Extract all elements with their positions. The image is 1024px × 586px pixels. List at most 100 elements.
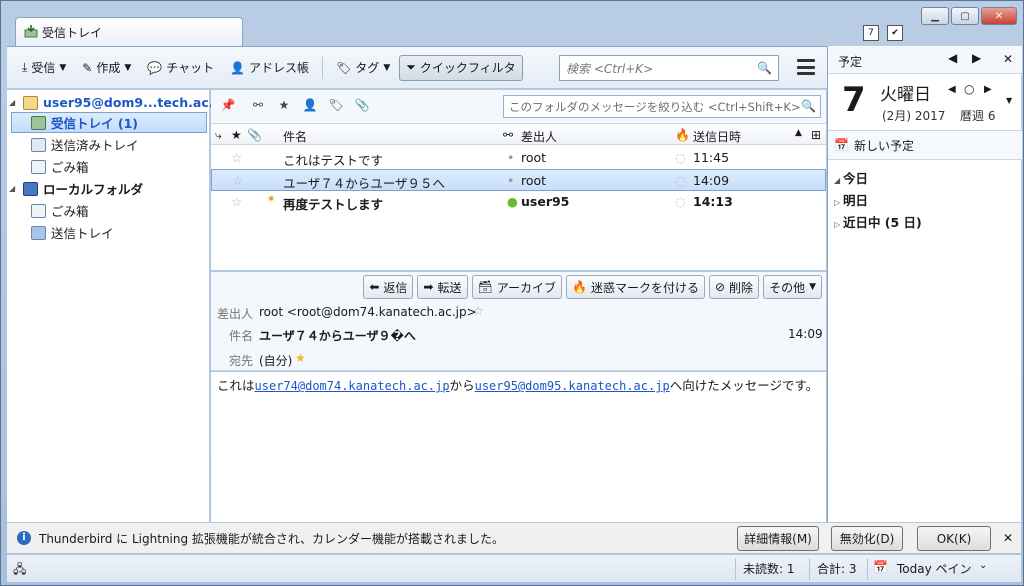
junk-button[interactable]: 🔥 迷惑マークを付ける xyxy=(566,275,705,299)
delete-button[interactable]: ⊘ 削除 xyxy=(708,275,760,299)
close-window-button[interactable]: ✕ xyxy=(981,7,1017,25)
message-header-pane: ⬅ 返信 ➡ 転送 🗃 アーカイブ 🔥 迷惑マークを付ける ⊘ 削除 その他 ▼ 差出人 r… xyxy=(211,271,826,371)
contact-icon[interactable]: 👤 xyxy=(301,98,319,116)
collapse-icon[interactable]: ◢ xyxy=(9,98,18,107)
sent-icon xyxy=(31,137,46,152)
chevron-down-icon[interactable]: ▼ xyxy=(1006,96,1012,105)
archive-icon: 🗃 xyxy=(477,280,493,294)
collapse-icon[interactable]: ◢ xyxy=(9,184,18,193)
unread-dot-icon[interactable]: ● xyxy=(507,194,518,209)
local-folder-trash[interactable]: ごみ箱 xyxy=(31,200,89,221)
folder-trash[interactable]: ごみ箱 xyxy=(31,156,89,177)
forward-icon: ➡ xyxy=(423,280,434,294)
global-search-input[interactable]: 検索 <Ctrl+K> 🔍 xyxy=(559,55,779,81)
quick-filter-input[interactable]: このフォルダのメッセージを絞り込む <Ctrl+Shift+K> xyxy=(503,95,821,118)
get-mail-button[interactable]: ⤓ 受信 ▼ xyxy=(15,55,73,81)
today-pane-toggle[interactable]: Today ペイン xyxy=(897,560,972,577)
from-value[interactable]: root <root@dom74.kanatech.ac.jp> xyxy=(259,305,477,319)
close-notification-icon[interactable]: ✕ xyxy=(1003,531,1013,545)
email-link-user95[interactable]: user95@dom95.kanatech.ac.jp xyxy=(475,379,670,393)
calendar-tab-icon[interactable]: 7 xyxy=(863,25,879,41)
address-book-button[interactable]: 👤 アドレス帳 xyxy=(223,55,316,81)
write-button[interactable]: ✎ 作成 ▼ xyxy=(75,55,138,81)
today-circle-icon[interactable]: ○ xyxy=(964,82,974,96)
details-button[interactable]: 詳細情報(M) xyxy=(737,526,819,551)
next-day-icon[interactable]: ▶ xyxy=(984,84,992,95)
attachment-column-icon[interactable]: 📎 xyxy=(247,128,262,142)
folder-inbox[interactable]: 受信トレイ (1) xyxy=(11,112,207,133)
month-year: (2月) 2017 xyxy=(882,109,946,123)
local-folder-outbox[interactable]: 送信トレイ xyxy=(31,222,114,243)
pin-icon[interactable]: 📌 xyxy=(219,98,237,116)
prev-day-icon[interactable]: ◀ xyxy=(948,84,956,95)
message-row-selected[interactable]: ☆ ユーザ７４からユーザ９５へ • root ◌ 14:09 xyxy=(211,169,826,191)
disable-button[interactable]: 無効化(D) xyxy=(831,526,903,551)
message-row-unread[interactable]: ☆ ✷ 再度テストします ● user95 ◌ 14:13 xyxy=(211,191,826,213)
archive-button[interactable]: 🗃 アーカイブ xyxy=(471,275,563,299)
chevron-down-icon[interactable]: ▼ xyxy=(124,63,131,73)
tag-icon: 🏷 xyxy=(336,60,352,75)
star-icon[interactable]: ☆ xyxy=(232,173,243,188)
chevron-down-icon[interactable]: ▼ xyxy=(59,63,66,73)
prev-pane-icon[interactable]: ◀ xyxy=(948,51,957,65)
read-dot-icon[interactable]: • xyxy=(507,150,514,165)
local-folders[interactable]: ◢ ローカルフォルダ xyxy=(9,178,143,199)
chevron-down-icon: ▼ xyxy=(809,282,816,292)
date-column[interactable]: 送信日時 xyxy=(693,128,741,145)
agenda-upcoming[interactable]: ▷ 近日中 (5 日) xyxy=(834,212,922,231)
attachment-icon[interactable]: 📎 xyxy=(353,98,371,116)
contact-star-icon[interactable]: ★ xyxy=(295,351,306,365)
next-pane-icon[interactable]: ▶ xyxy=(972,51,981,65)
new-event-button[interactable]: 📅 新しい予定 xyxy=(828,130,1022,160)
to-label: 宛先 xyxy=(229,354,254,368)
ok-button[interactable]: OK(K) xyxy=(917,526,991,551)
quick-filter-button[interactable]: ⏷ クイックフィルタ xyxy=(399,54,523,81)
subject-column[interactable]: 件名 xyxy=(283,128,307,145)
tab-strip: 受信トレイ xyxy=(7,9,827,46)
thread-column-icon[interactable]: ⤷ xyxy=(215,128,222,143)
reply-button[interactable]: ⬅ 返信 xyxy=(363,275,414,299)
info-icon: i xyxy=(17,531,31,545)
tag-button[interactable]: 🏷 タグ ▼ xyxy=(329,55,397,81)
search-icon: 🔍 xyxy=(757,61,772,75)
column-header: ⤷ ★ 📎 件名 ⚯ 差出人 🔥 送信日時 ▲ ⊞ xyxy=(211,125,826,145)
add-contact-star-icon[interactable]: ☆ xyxy=(473,304,484,318)
folder-sent[interactable]: 送信済みトレイ xyxy=(31,134,139,155)
junk-icon: 🔥 xyxy=(572,280,587,294)
junk-icon[interactable]: ◌ xyxy=(675,150,686,165)
junk-icon[interactable]: ◌ xyxy=(675,194,686,209)
app-menu-button[interactable] xyxy=(797,59,815,75)
tasks-tab-icon[interactable]: ✔ xyxy=(887,25,903,41)
message-time: 14:09 xyxy=(788,327,823,341)
column-picker-icon[interactable]: ⊞ xyxy=(811,128,821,142)
star-icon[interactable]: ☆ xyxy=(231,194,242,209)
other-actions-button[interactable]: その他 ▼ xyxy=(763,275,822,299)
star-column-icon[interactable]: ★ xyxy=(231,128,242,142)
tab-inbox[interactable]: 受信トレイ xyxy=(15,17,243,46)
account-folder[interactable]: ◢ user95@dom9...tech.ac.jp xyxy=(9,92,227,113)
forward-button[interactable]: ➡ 転送 xyxy=(417,275,468,299)
from-column[interactable]: 差出人 xyxy=(521,128,557,145)
status-bar: 🖧 未読数: 1 合計: 3 📅 Today ペイン ⌄ xyxy=(7,554,1021,582)
message-row[interactable]: ☆ これはテストです • root ◌ 11:45 xyxy=(211,147,826,169)
email-link-user74[interactable]: user74@dom74.kanatech.ac.jp xyxy=(255,379,450,393)
thread-icon[interactable]: ⚯ xyxy=(249,98,267,116)
unread-count: 未読数: 1 xyxy=(743,562,795,576)
inbox-icon xyxy=(31,115,46,130)
agenda-today[interactable]: ◢ 今日 xyxy=(834,168,868,187)
junk-icon[interactable]: ◌ xyxy=(675,173,686,188)
read-dot-icon[interactable]: • xyxy=(507,173,514,188)
to-value[interactable]: (自分) xyxy=(259,352,292,369)
collapsed-icon: ▷ xyxy=(834,198,843,207)
agenda-tomorrow[interactable]: ▷ 明日 xyxy=(834,190,868,209)
tag-icon[interactable]: 🏷 xyxy=(327,98,345,116)
connection-icon[interactable]: 🖧 xyxy=(13,560,26,581)
minimize-button[interactable]: ▁ xyxy=(921,7,949,25)
star-icon[interactable]: ☆ xyxy=(231,150,242,165)
star-icon[interactable]: ★ xyxy=(275,98,293,116)
chevron-down-icon[interactable]: ⌄ xyxy=(979,560,987,571)
new-event-icon: 📅 xyxy=(834,138,849,152)
chat-button[interactable]: 💬 チャット xyxy=(140,55,221,81)
maximize-button[interactable]: ▢ xyxy=(951,7,979,25)
close-pane-icon[interactable]: ✕ xyxy=(1003,52,1013,66)
